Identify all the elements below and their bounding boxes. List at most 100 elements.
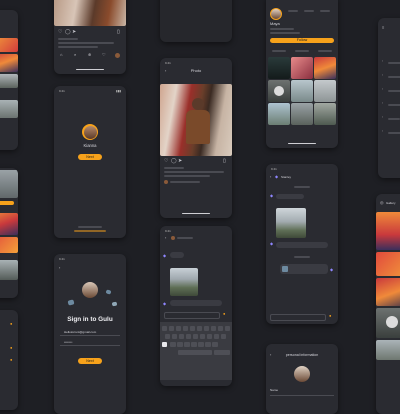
tab-posts[interactable] [272, 50, 286, 52]
tab-profile-avatar[interactable] [115, 53, 120, 58]
settings-item[interactable] [388, 62, 400, 64]
keyboard-key-z[interactable] [170, 342, 176, 347]
message-input[interactable] [164, 312, 220, 319]
keyboard-key-c[interactable] [184, 342, 190, 347]
tab-tagged[interactable] [318, 50, 332, 52]
tab-videos[interactable] [295, 50, 309, 52]
grid-photo[interactable] [314, 57, 336, 79]
comment-icon[interactable]: ◯ [65, 30, 71, 35]
message-input[interactable] [270, 314, 326, 321]
keyboard-key-t[interactable] [189, 326, 196, 331]
email-field[interactable]: Hellotorrent@gmail.com [60, 330, 120, 336]
gallery-thumb[interactable] [376, 252, 400, 276]
photo-main-image[interactable] [160, 84, 232, 156]
chat-bubble[interactable] [170, 300, 222, 306]
back-icon[interactable]: ‹ [165, 236, 166, 240]
settings-item[interactable] [388, 90, 400, 92]
feed-post-image[interactable] [54, 0, 126, 26]
password-field[interactable]: •••••••• [60, 340, 120, 346]
gallery-thumb[interactable] [0, 74, 18, 88]
keyboard-key-o[interactable] [217, 326, 224, 331]
grid-photo[interactable] [314, 80, 336, 102]
chat-shared-photo[interactable] [276, 208, 306, 238]
keyboard-return-key[interactable] [214, 350, 230, 355]
gallery-thumb[interactable] [0, 260, 18, 280]
bookmark-icon[interactable]: ▯ [117, 30, 120, 35]
back-icon[interactable]: ‹ [59, 266, 60, 270]
settings-item[interactable] [388, 104, 400, 106]
settings-item[interactable] [388, 76, 400, 78]
menu-dot-icon[interactable]: ● [10, 322, 12, 326]
chat-bubble[interactable] [276, 242, 328, 248]
keyboard-key-s[interactable] [171, 334, 178, 339]
settings-item-icon[interactable]: ◦ [382, 129, 383, 134]
gallery-thumb[interactable] [0, 213, 18, 235]
gallery-thumb[interactable] [376, 308, 400, 338]
commenter-avatar[interactable] [164, 180, 168, 184]
keyboard-key-f[interactable] [185, 334, 192, 339]
settings-item[interactable] [388, 132, 400, 134]
settings-item[interactable] [388, 118, 400, 120]
comment-icon[interactable]: ◯ [171, 159, 177, 164]
keyboard-key-w[interactable] [168, 326, 175, 331]
keyboard-key-x[interactable] [177, 342, 183, 347]
signin-avatar[interactable] [82, 282, 98, 298]
chat-bubble-icon[interactable] [170, 252, 184, 258]
gallery-thumb[interactable] [376, 212, 400, 250]
send-icon[interactable]: ● [329, 314, 331, 318]
name-field[interactable] [270, 390, 334, 396]
gallery-thumb[interactable] [0, 237, 18, 253]
tab-search-icon[interactable]: ⌕ [74, 53, 76, 57]
chat-link-card[interactable] [280, 264, 328, 274]
settings-item-icon[interactable]: ◦ [382, 101, 383, 106]
keyboard-key-a[interactable] [164, 334, 171, 339]
tab-home-icon[interactable]: ⌂ [60, 53, 62, 57]
gallery-thumb[interactable] [0, 38, 18, 52]
chat-bubble[interactable] [276, 194, 304, 199]
follow-button[interactable]: Follow [270, 38, 334, 43]
gallery-thumb[interactable] [0, 54, 18, 72]
keyboard-key-v[interactable] [191, 342, 197, 347]
keyboard-key-q[interactable] [161, 326, 168, 331]
back-icon[interactable]: ◎ [380, 201, 384, 205]
keyboard-key-d[interactable] [178, 334, 185, 339]
keyboard-key-g[interactable] [192, 334, 199, 339]
gallery-thumb[interactable] [376, 340, 400, 360]
gallery-thumb[interactable] [0, 100, 18, 118]
keyboard-key-m[interactable] [212, 342, 218, 347]
keyboard-key-j[interactable] [206, 334, 213, 339]
keyboard-key-h[interactable] [199, 334, 206, 339]
profile-avatar[interactable] [82, 124, 98, 140]
keyboard-key-k[interactable] [213, 334, 220, 339]
gallery-follow-button[interactable] [0, 201, 14, 205]
send-icon[interactable]: ● [223, 312, 225, 316]
keyboard-space-key[interactable] [178, 350, 212, 355]
grid-photo[interactable] [314, 103, 336, 125]
share-icon[interactable]: ➤ [178, 159, 182, 164]
chat-shared-photo[interactable] [170, 268, 198, 296]
next-button[interactable]: Next [78, 154, 102, 160]
menu-dot-icon[interactable]: ● [10, 346, 12, 350]
keyboard-shift-key[interactable] [161, 342, 168, 347]
menu-dot-icon[interactable]: ● [10, 358, 12, 362]
tab-add-icon[interactable]: ⊕ [88, 53, 91, 57]
grid-photo[interactable] [291, 103, 313, 125]
bookmark-icon[interactable]: ▯ [223, 159, 226, 164]
gallery-thumb[interactable] [0, 170, 18, 198]
settings-item-icon[interactable]: ◦ [382, 115, 383, 120]
back-icon[interactable]: ‹ [270, 175, 271, 179]
keyboard-key-u[interactable] [203, 326, 210, 331]
keyboard-key-n[interactable] [205, 342, 211, 347]
keyboard-key-i[interactable] [210, 326, 217, 331]
keyboard-key-b[interactable] [198, 342, 204, 347]
gallery-thumb[interactable] [376, 278, 400, 306]
like-icon[interactable]: ♡ [58, 30, 62, 35]
keyboard-key-r[interactable] [182, 326, 189, 331]
settings-item-icon[interactable]: ◦ [382, 87, 383, 92]
tab-heart-icon[interactable]: ♡ [102, 53, 106, 57]
grid-photo[interactable] [268, 57, 290, 79]
personal-info-avatar[interactable] [294, 366, 310, 382]
signin-next-button[interactable]: Next [78, 358, 102, 364]
chat-avatar[interactable] [171, 236, 175, 240]
profile-avatar[interactable] [270, 8, 282, 20]
